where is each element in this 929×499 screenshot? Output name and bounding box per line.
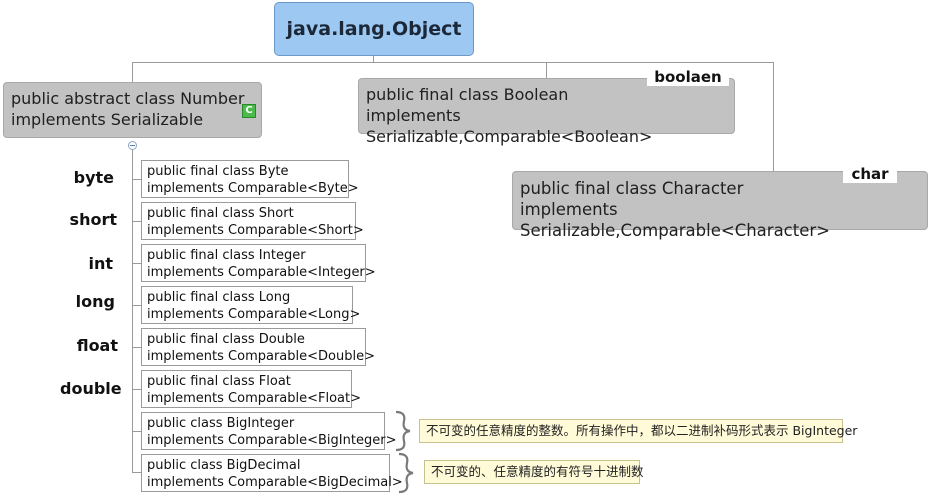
class-line2: implements Comparable<Double> [147, 349, 375, 364]
class-line2: implements Comparable<Integer> [147, 265, 376, 280]
number-children-spine [132, 150, 133, 472]
boolean-line1: public final class Boolean [366, 85, 569, 104]
label-int: int [88, 254, 113, 273]
label-byte: byte [73, 168, 114, 187]
class-line1: public final class Byte [147, 164, 289, 179]
note-bigdecimal[interactable]: 不可变的、任意精度的有符号十进制数 [424, 460, 644, 484]
class-node-double[interactable]: public final class Double implements Com… [141, 328, 375, 366]
collapse-toggle-icon[interactable] [128, 141, 137, 150]
class-node-float[interactable]: public final class Float implements Comp… [141, 370, 362, 408]
class-icon: C [242, 104, 256, 118]
class-node-byte[interactable]: public final class Byte implements Compa… [141, 160, 359, 198]
class-line1: public final class Long [147, 290, 291, 305]
class-line2: implements Comparable<Long> [147, 307, 361, 322]
class-line1: public final class Short [147, 206, 294, 221]
root-title: java.lang.Object [286, 18, 462, 40]
label-short: short [69, 210, 117, 229]
note-biginteger[interactable]: 不可变的任意精度的整数。所有操作中，都以二进制补码形式表示 BigInteger [419, 419, 857, 443]
class-line2: implements Comparable<BigInteger> [147, 433, 397, 448]
class-line1: public final class Float [147, 374, 291, 389]
class-line2: implements Comparable<Float> [147, 391, 362, 406]
number-connector [132, 62, 133, 82]
class-node-biginteger[interactable]: public class BigInteger implements Compa… [141, 412, 397, 450]
brace-icon [398, 452, 414, 494]
label-double: double [60, 379, 122, 398]
number-node[interactable]: public abstract class Number implements … [3, 82, 262, 138]
character-line2: implements Serializable,Comparable<Chara… [520, 200, 830, 240]
class-line1: public final class Integer [147, 248, 306, 263]
class-line1: public class BigInteger [147, 416, 295, 431]
class-node-bigdecimal[interactable]: public class BigDecimal implements Compa… [141, 454, 403, 492]
class-line2: implements Comparable<Short> [147, 223, 364, 238]
class-node-long[interactable]: public final class Long implements Compa… [141, 286, 361, 324]
boolean-connector [546, 62, 547, 78]
label-float: float [76, 336, 118, 355]
class-line1: public final class Double [147, 332, 305, 347]
character-tag: char [843, 165, 897, 183]
class-line1: public class BigDecimal [147, 458, 301, 473]
boolean-tag: boolaen [647, 68, 729, 86]
class-line2: implements Comparable<Byte> [147, 181, 359, 196]
number-line2: implements Serializable [11, 110, 204, 129]
boolean-line2: implements Serializable,Comparable<Boole… [366, 106, 653, 146]
class-node-short[interactable]: public final class Short implements Comp… [141, 202, 364, 240]
root-branch-line [132, 62, 774, 63]
character-connector [773, 62, 774, 171]
number-line1: public abstract class Number [11, 89, 245, 108]
root-connector [373, 56, 374, 62]
brace-icon [395, 410, 411, 452]
class-node-integer[interactable]: public final class Integer implements Co… [141, 244, 376, 282]
root-node-object[interactable]: java.lang.Object [274, 2, 474, 56]
class-line2: implements Comparable<BigDecimal> [147, 475, 403, 490]
boolean-node[interactable]: public final class Boolean implements Se… [358, 78, 735, 146]
label-long: long [75, 292, 115, 311]
